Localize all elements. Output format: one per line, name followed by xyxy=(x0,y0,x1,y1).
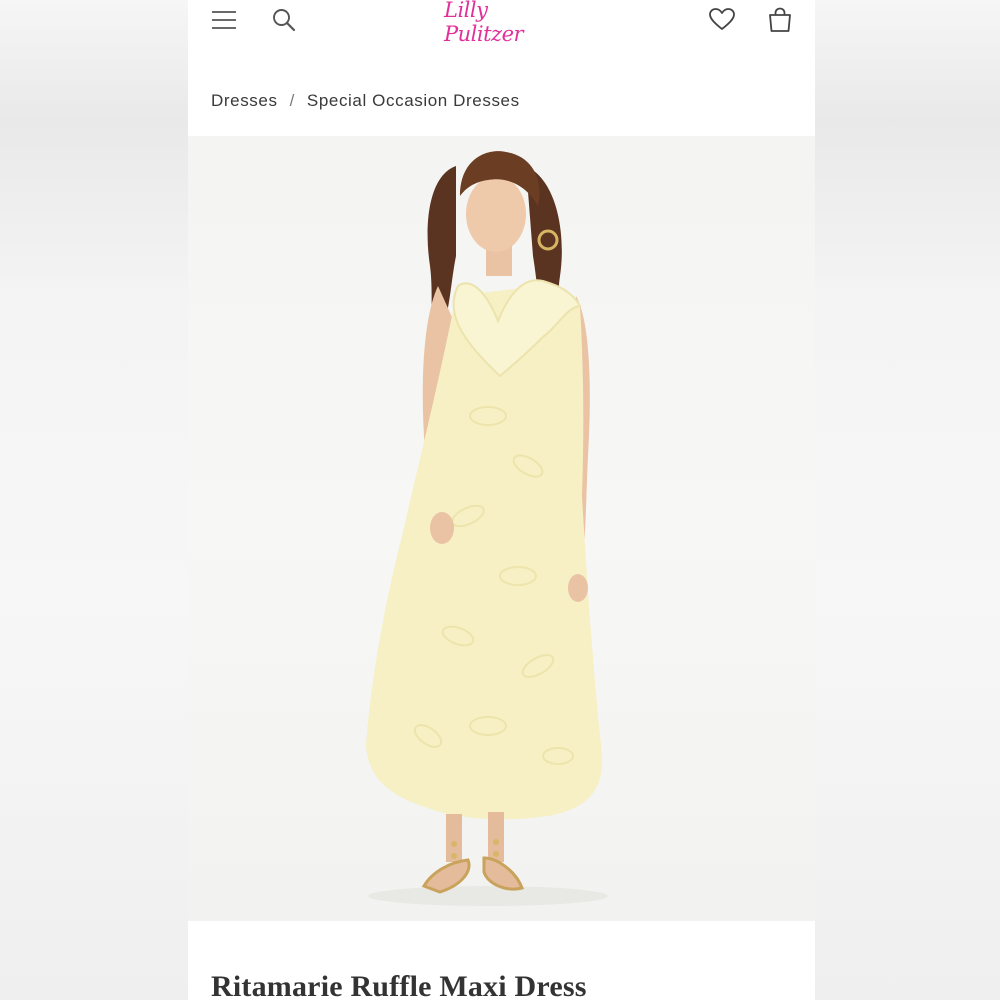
product-title: Ritamarie Ruffle Maxi Dress xyxy=(211,970,587,1000)
search-icon[interactable] xyxy=(268,4,300,36)
shopping-bag-icon[interactable] xyxy=(764,4,796,36)
model-illustration xyxy=(366,151,608,906)
top-navigation-bar: Lilly Pulitzer xyxy=(188,0,815,46)
breadcrumb: Dresses / Special Occasion Dresses xyxy=(211,88,520,114)
brand-logo[interactable]: Lilly Pulitzer xyxy=(444,0,564,46)
heart-icon[interactable] xyxy=(706,4,738,36)
breadcrumb-separator: / xyxy=(289,91,295,110)
breadcrumb-link-dresses[interactable]: Dresses xyxy=(211,91,278,111)
product-image[interactable] xyxy=(188,136,815,921)
breadcrumb-link-special-occasion-dresses[interactable]: Special Occasion Dresses xyxy=(307,91,520,111)
hamburger-menu-icon[interactable] xyxy=(208,4,240,36)
product-page: Lilly Pulitzer Dresses / Special Occasio… xyxy=(188,0,815,1000)
